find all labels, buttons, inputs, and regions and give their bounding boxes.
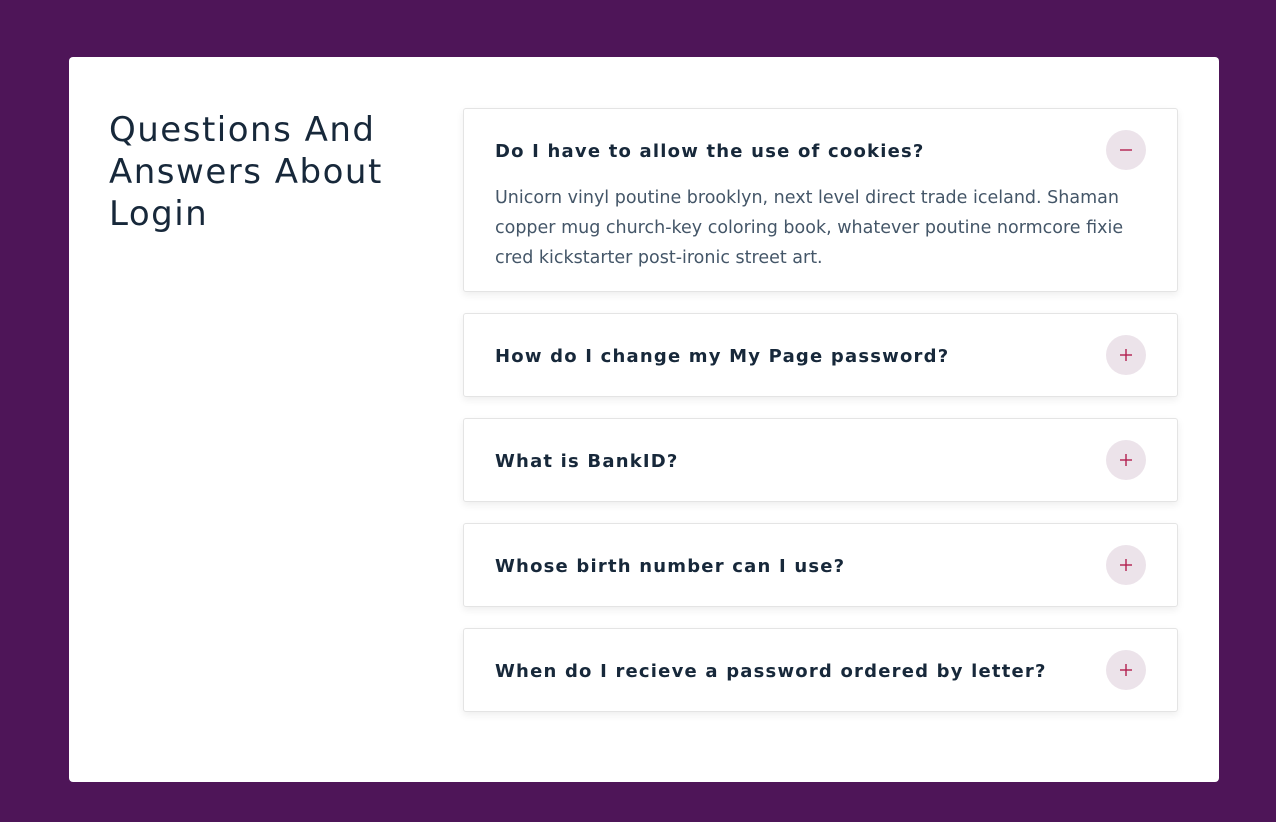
plus-icon — [1120, 349, 1132, 361]
faq-item-change-password[interactable]: How do I change my My Page password? — [463, 313, 1178, 397]
faq-item-bankid[interactable]: What is BankID? — [463, 418, 1178, 502]
faq-item-birth-number[interactable]: Whose birth number can I use? — [463, 523, 1178, 607]
faq-question[interactable]: What is BankID? — [495, 451, 679, 473]
collapse-button[interactable] — [1106, 130, 1146, 170]
faq-answer: Unicorn vinyl poutine brooklyn, next lev… — [495, 188, 1124, 268]
expand-button[interactable] — [1106, 335, 1146, 375]
faq-heading: Questions And Answers About Login — [109, 110, 383, 234]
plus-icon — [1120, 559, 1132, 571]
expand-button[interactable] — [1106, 545, 1146, 585]
expand-button[interactable] — [1106, 440, 1146, 480]
expand-button[interactable] — [1106, 650, 1146, 690]
faq-question[interactable]: Do I have to allow the use of cookies? — [495, 141, 925, 163]
faq-item-password-letter[interactable]: When do I recieve a password ordered by … — [463, 628, 1178, 712]
faq-question[interactable]: Whose birth number can I use? — [495, 556, 845, 578]
faq-card: Questions And Answers About Login Do I h… — [69, 57, 1219, 782]
minus-icon — [1120, 149, 1132, 151]
faq-question[interactable]: How do I change my My Page password? — [495, 346, 949, 368]
plus-icon — [1120, 664, 1132, 676]
faq-item-cookies[interactable]: Do I have to allow the use of cookies? U… — [463, 108, 1178, 292]
plus-icon — [1120, 454, 1132, 466]
faq-question[interactable]: When do I recieve a password ordered by … — [495, 661, 1047, 683]
faq-list: Do I have to allow the use of cookies? U… — [463, 108, 1178, 733]
